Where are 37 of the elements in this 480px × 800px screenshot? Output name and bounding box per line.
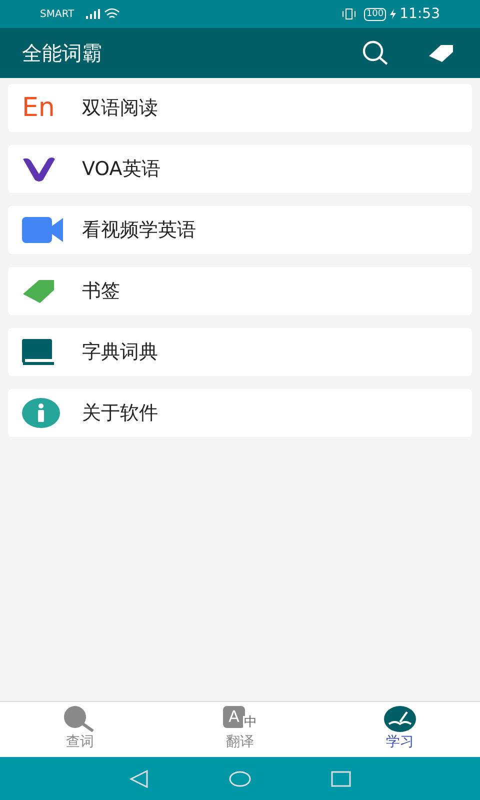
menu-item-label: 字典词典 — [82, 340, 158, 365]
menu-item[interactable]: VOA英语 — [8, 145, 472, 193]
search-button[interactable] — [362, 40, 390, 66]
menu-item[interactable]: 书签 — [8, 267, 472, 315]
clock: 11:53 — [400, 4, 440, 24]
nav-tab[interactable]: A 中 翻译 — [160, 702, 320, 757]
back-icon[interactable] — [129, 770, 149, 788]
app-title: 全能词霸 — [22, 40, 103, 67]
menu-item[interactable]: 关于软件 — [8, 389, 472, 437]
menu-item-label: 看视频学英语 — [82, 218, 196, 243]
menu-item-label: VOA英语 — [82, 156, 160, 182]
tag-icon — [428, 43, 454, 63]
home-icon[interactable] — [229, 770, 251, 786]
info-icon — [22, 398, 60, 428]
en-logo-icon: En — [22, 95, 66, 121]
charging-icon — [390, 9, 396, 19]
menu-item[interactable]: 字典词典 — [8, 328, 472, 376]
bookmarks-button[interactable] — [428, 43, 454, 63]
search-icon — [362, 40, 390, 66]
menu-item-label: 关于软件 — [82, 400, 158, 426]
book-icon — [22, 339, 54, 365]
signal-icon — [86, 9, 100, 19]
menu-item-label: 双语阅读 — [82, 96, 158, 121]
tag-icon — [22, 278, 56, 304]
open-book-icon — [384, 706, 416, 732]
video-camera-icon — [22, 217, 64, 243]
recents-icon[interactable] — [331, 770, 351, 786]
vibrate-icon — [342, 8, 356, 20]
wifi-icon — [104, 8, 120, 20]
search-icon — [63, 706, 97, 732]
carrier-name: SMART — [40, 8, 74, 22]
v-logo-icon — [22, 156, 56, 182]
battery-level: 100 — [364, 8, 386, 20]
menu-item[interactable]: En 双语阅读 — [8, 84, 472, 132]
menu-item[interactable]: 看视频学英语 — [8, 206, 472, 254]
nav-tab[interactable]: 学习 — [320, 702, 480, 757]
menu-item-label: 书签 — [82, 278, 120, 304]
